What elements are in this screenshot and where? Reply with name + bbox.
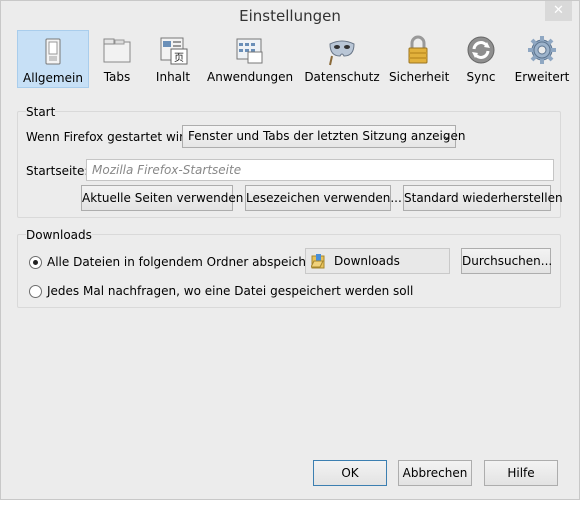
tabs-icon (103, 38, 131, 63)
downloads-group: Downloads Alle Dateien in folgendem Ordn… (17, 228, 561, 308)
download-folder-name: Downloads (334, 254, 400, 268)
save-to-folder-radio[interactable] (29, 256, 42, 269)
tab-label: Datenschutz (304, 70, 380, 84)
content-icon: 页 (160, 37, 188, 65)
tab-anwendungen[interactable]: Anwendungen (207, 30, 293, 88)
tab-label: Allgemein (23, 71, 83, 85)
titlebar: Einstellungen ✕ (1, 1, 579, 30)
ok-button[interactable]: OK (313, 460, 387, 486)
save-to-folder-label[interactable]: Alle Dateien in folgendem Ordner abspeic… (47, 255, 330, 269)
lock-icon (408, 35, 428, 64)
start-group-label: Start (26, 105, 56, 119)
start-group: Start Wenn Firefox gestartet wird: Fenst… (17, 105, 563, 218)
always-ask-radio[interactable] (29, 285, 42, 298)
cancel-button[interactable]: Abbrechen (398, 460, 472, 486)
use-bookmark-button[interactable]: Lesezeichen verwenden... (245, 185, 402, 211)
folder-icon (311, 254, 325, 269)
tab-label: Tabs (103, 70, 131, 84)
use-current-pages-button[interactable]: Aktuelle Seiten verwenden (81, 185, 243, 211)
preferences-toolbar: Allgemein Tabs 页 Inhalt Anwendungen Date… (13, 30, 573, 88)
tab-sicherheit[interactable]: Sicherheit (389, 30, 450, 88)
close-button[interactable]: ✕ (545, 1, 572, 21)
always-ask-label[interactable]: Jedes Mal nachfragen, wo eine Datei gesp… (47, 284, 413, 298)
tab-label: Erweitert (514, 70, 570, 84)
downloads-group-label: Downloads (26, 228, 92, 242)
tab-sync[interactable]: Sync (457, 30, 505, 88)
tab-label: Sync (466, 70, 496, 84)
homepage-label: Startseite: (26, 164, 89, 178)
browse-button[interactable]: Durchsuchen... (461, 248, 552, 274)
svg-text:页: 页 (174, 52, 184, 64)
startup-select[interactable]: Fenster und Tabs der letzten Sitzung anz… (182, 125, 466, 148)
startup-label: Wenn Firefox gestartet wird: (26, 130, 196, 144)
settings-window: Einstellungen ✕ Allgemein Tabs 页 Inhalt … (0, 0, 580, 500)
restore-default-button[interactable]: Standard wiederherstellen (403, 185, 563, 211)
tab-erweitert[interactable]: Erweitert (513, 30, 571, 88)
homepage-input[interactable]: Mozilla Firefox-Startseite (86, 159, 554, 181)
tab-inhalt[interactable]: 页 Inhalt (149, 30, 197, 88)
chevron-down-icon: ⌄ (442, 131, 451, 142)
tab-tabs[interactable]: Tabs (93, 30, 141, 88)
sync-icon (467, 36, 495, 64)
window-title: Einstellungen (239, 7, 341, 25)
download-folder-field: Downloads (305, 248, 450, 274)
mask-icon (329, 40, 355, 66)
applications-icon (236, 38, 263, 64)
switch-icon (45, 38, 61, 65)
startup-select-value: Fenster und Tabs der letzten Sitzung anz… (188, 129, 466, 143)
tab-label: Inhalt (155, 70, 191, 84)
gear-icon (528, 36, 556, 64)
tab-label: Anwendungen (207, 70, 294, 84)
help-button[interactable]: Hilfe (484, 460, 558, 486)
tab-datenschutz[interactable]: Datenschutz (303, 30, 381, 88)
tab-allgemein[interactable]: Allgemein (17, 30, 89, 88)
tab-label: Sicherheit (389, 70, 450, 84)
